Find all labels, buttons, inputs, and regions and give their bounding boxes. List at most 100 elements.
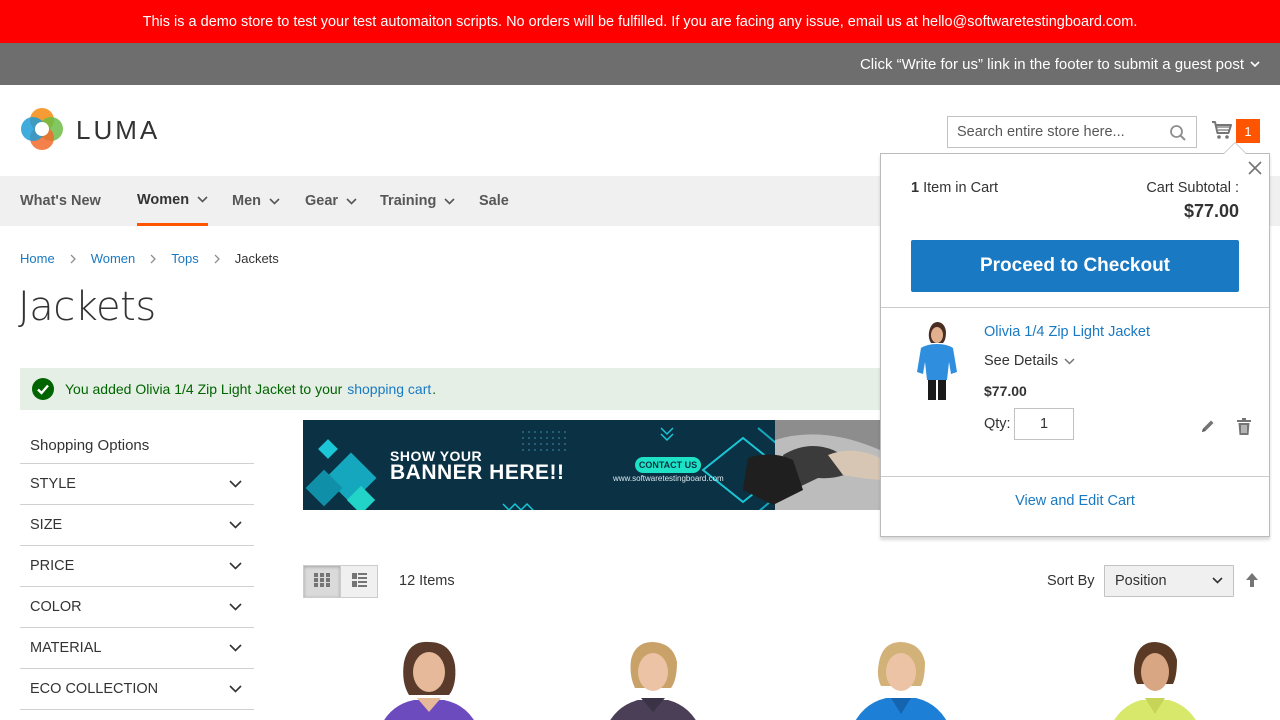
chevron-down-icon [197,196,208,203]
nav-item-training[interactable]: Training [380,176,455,226]
filter-material[interactable]: Material [20,628,254,669]
chevron-down-icon [269,197,280,205]
nav-item-sale[interactable]: Sale [479,176,509,226]
chevron-down-icon [229,517,242,533]
minicart-count-label: Item in Cart [923,180,999,196]
search-icon[interactable] [1169,124,1187,145]
minicart-product-price: $77.00 [984,383,1027,399]
qty-label: Qty: [984,416,1011,432]
list-icon [351,573,367,590]
grid-icon [314,573,330,590]
banner-url: www.softwaretestingboard.com [613,474,724,483]
chevron-down-icon [229,476,242,492]
minicart-count-number: 1 [911,180,920,196]
filter-color[interactable]: Color [20,587,254,628]
page-title: Jackets [18,284,156,330]
product-image[interactable] [369,640,489,720]
see-details-label: See Details [984,353,1059,369]
check-circle-icon [32,378,54,400]
chevron-down-icon [229,640,242,656]
sort-by-select[interactable]: Position [1104,565,1234,597]
product-image[interactable] [593,640,713,720]
list-view-button[interactable] [340,565,378,598]
divider [881,307,1269,308]
chevron-right-icon [150,254,157,264]
filter-label: Style [30,476,76,492]
banner-contact-button[interactable]: CONTACT US [635,457,701,473]
filter-size[interactable]: Size [20,505,254,546]
search-input[interactable] [957,124,1162,140]
chevron-down-icon [1250,60,1260,68]
success-message: You added Olivia 1/4 Zip Light Jacket to… [20,368,900,410]
success-message-suffix: . [432,381,437,397]
filter-style[interactable]: Style [20,464,254,505]
nav-item-label: Training [380,193,437,209]
minicart-arrow [1223,142,1247,154]
chevron-down-icon [346,197,357,205]
toolbar-item-count: 12 Items [399,573,455,589]
nav-item-women[interactable]: Women [137,176,209,226]
breadcrumb: Home Women Tops Jackets [20,251,279,266]
minicart-dropdown: 1 Item in Cart Cart Subtotal : $77.00 Pro… [880,142,1270,537]
see-details-toggle[interactable]: See Details [984,353,1075,369]
breadcrumb-women[interactable]: Women [91,251,136,266]
nav-item-men[interactable]: Men [232,176,280,226]
qty-input[interactable] [1014,408,1074,440]
nav-item-whats-new[interactable]: What's New [20,176,101,226]
success-message-text: You added Olivia 1/4 Zip Light Jacket to… [65,381,343,397]
filter-price[interactable]: Price [20,546,254,587]
cart-count-badge[interactable]: 1 [1236,119,1260,143]
luma-logo[interactable]: LUMA [20,107,160,154]
nav-item-label: Men [232,193,261,209]
nav-item-gear[interactable]: Gear [305,176,357,226]
mini-cart-button[interactable] [1211,119,1233,144]
promo-banner[interactable]: SHOW YOUR BANNER HERE!! CONTACT US www.s… [303,420,880,510]
breadcrumb-home[interactable]: Home [20,251,55,266]
filter-label: Price [30,558,75,574]
minicart-item-count: 1 Item in Cart [911,180,998,196]
breadcrumb-current: Jackets [234,251,279,266]
cart-subtotal-label: Cart Subtotal : [1146,180,1239,196]
filter-eco-collection[interactable]: Eco Collection [20,669,254,710]
close-icon[interactable] [1245,158,1265,178]
shopping-options-sidebar: Shopping Options Style Size Price Color … [20,428,254,710]
proceed-to-checkout-button[interactable]: Proceed to Checkout [911,240,1239,292]
filter-label: Eco Collection [30,681,159,697]
filter-label: Color [30,599,82,615]
chevron-right-icon [214,254,220,264]
minicart-product-image[interactable] [911,322,963,400]
minicart-product-name[interactable]: Olivia 1/4 Zip Light Jacket [984,324,1150,340]
search-box[interactable] [947,116,1197,148]
chevron-down-icon [229,599,242,615]
nav-item-label: Sale [479,193,509,209]
divider [881,476,1269,477]
luma-logo-text: LUMA [76,115,161,145]
demo-store-notice-text: This is a demo store to test your test a… [142,13,1138,30]
pencil-icon[interactable] [1201,419,1215,433]
chevron-down-icon [1212,577,1223,584]
chevron-down-icon [229,681,242,697]
chevron-down-icon [1064,357,1075,365]
nav-item-label: Women [137,191,190,208]
nav-item-label: What's New [20,193,101,209]
product-image[interactable] [841,640,961,720]
sort-by-label: Sort By [1047,573,1095,589]
guest-post-notice[interactable]: Click “Write for us” link in the footer … [0,43,1280,85]
guest-post-notice-text: Click “Write for us” link in the footer … [859,55,1244,73]
sort-direction-arrow-icon[interactable] [1245,572,1259,588]
product-image[interactable] [1095,640,1215,720]
nav-item-label: Gear [305,193,339,209]
shopping-cart-link[interactable]: shopping cart [347,381,431,397]
shopping-cart-icon [1211,119,1233,144]
trash-icon[interactable] [1237,418,1251,435]
chevron-right-icon [70,254,76,264]
product-grid [303,630,1280,720]
shopping-options-title: Shopping Options [20,428,254,464]
cart-subtotal-value: $77.00 [1183,201,1239,221]
products-toolbar: 12 Items Sort By Position [303,565,1280,598]
sort-by-value: Position [1115,573,1167,589]
view-and-edit-cart-link[interactable]: View and Edit Cart [881,493,1269,509]
breadcrumb-tops[interactable]: Tops [171,251,198,266]
luma-logo-icon [20,107,64,154]
grid-view-button[interactable] [303,565,341,598]
